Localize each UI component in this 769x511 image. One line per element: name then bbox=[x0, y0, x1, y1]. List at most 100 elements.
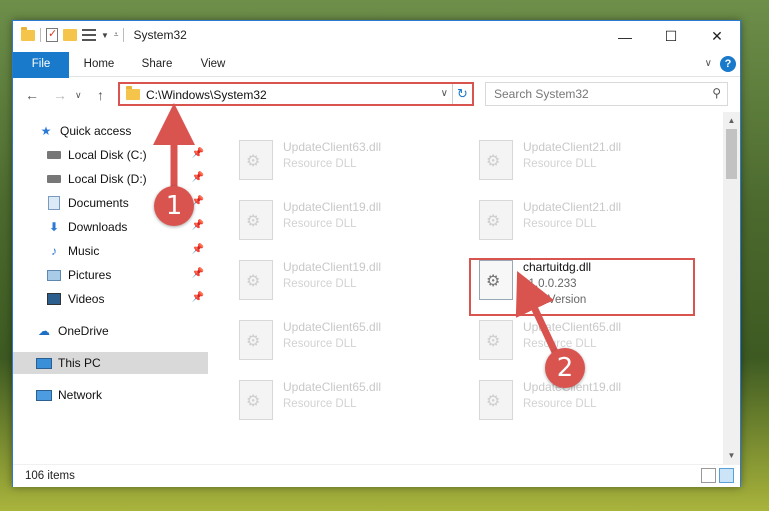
search-placeholder: Search System32 bbox=[494, 87, 589, 101]
navigation-pane: ★ Quick access Local Disk (C:) 📌 Local D… bbox=[13, 112, 208, 464]
window-title: System32 bbox=[133, 28, 187, 42]
sidebar-item-label: Quick access bbox=[60, 124, 132, 138]
sidebar-item-local-disk-c[interactable]: Local Disk (C:) 📌 bbox=[13, 144, 208, 166]
quick-access-toolbar: ▼ ⩡ System32 bbox=[21, 26, 187, 42]
help-button[interactable]: ? bbox=[720, 56, 736, 72]
computer-icon bbox=[36, 356, 52, 370]
file-name: UpdateClient19.dll bbox=[283, 200, 382, 214]
properties-icon[interactable] bbox=[46, 27, 58, 42]
documents-icon bbox=[46, 196, 62, 210]
file-type: Resource DLL bbox=[523, 158, 597, 170]
dll-file-icon bbox=[239, 380, 273, 420]
pin-icon[interactable]: 📌 bbox=[192, 220, 204, 231]
sidebar-item-label: OneDrive bbox=[58, 324, 109, 338]
file-item[interactable]: UpdateClient65.dll Resource DLL bbox=[231, 374, 451, 428]
back-arrow-icon[interactable]: ← bbox=[25, 87, 39, 103]
vertical-scrollbar[interactable]: ▲ ▼ bbox=[723, 112, 740, 464]
star-icon: ★ bbox=[40, 124, 52, 138]
close-button[interactable]: ✕ bbox=[694, 21, 740, 52]
toolbar-divider bbox=[40, 28, 41, 42]
search-icon[interactable]: ⚲ bbox=[712, 86, 721, 100]
file-type: Resource DLL bbox=[283, 158, 357, 170]
pin-icon[interactable]: 📌 bbox=[192, 268, 204, 279]
details-view-icon[interactable] bbox=[701, 468, 716, 483]
file-name: UpdateClient19.dll bbox=[283, 260, 382, 274]
large-icons-view-icon[interactable] bbox=[719, 468, 734, 483]
sidebar-item-pictures[interactable]: Pictures 📌 bbox=[13, 264, 208, 286]
file-name: UpdateClient21.dll bbox=[523, 200, 622, 214]
file-type: Resource DLL bbox=[283, 338, 357, 350]
navigation-bar: ← → ∨ ↑ C:\Windows\System32 ∨ ↻ Search S… bbox=[13, 78, 740, 112]
refresh-icon[interactable]: ↻ bbox=[452, 84, 472, 104]
recent-locations-icon[interactable]: ∨ bbox=[75, 90, 82, 101]
expand-ribbon-icon[interactable]: ∨ bbox=[705, 58, 712, 69]
pin-icon[interactable]: 📌 bbox=[192, 244, 204, 255]
minimize-button[interactable]: — bbox=[602, 21, 648, 52]
highlight-box bbox=[469, 258, 695, 316]
file-item[interactable]: UpdateClient21.dll Resource DLL bbox=[471, 194, 691, 248]
step-badge-2: 2 bbox=[545, 348, 585, 388]
music-icon: ♪ bbox=[51, 244, 57, 258]
dll-file-icon bbox=[479, 140, 513, 180]
maximize-button[interactable]: ☐ bbox=[648, 21, 694, 52]
folder-icon bbox=[126, 86, 140, 100]
step-badge-1: 1 bbox=[154, 186, 194, 226]
videos-icon bbox=[46, 292, 62, 306]
sidebar-item-label: Network bbox=[58, 388, 103, 402]
view-options-icon[interactable] bbox=[82, 29, 96, 41]
address-path[interactable]: C:\Windows\System32 bbox=[146, 88, 267, 102]
new-folder-icon[interactable] bbox=[63, 29, 77, 41]
network-icon bbox=[36, 388, 52, 402]
drive-icon bbox=[46, 148, 62, 162]
customize-toolbar-icon[interactable]: ⩡ bbox=[114, 30, 119, 40]
sidebar-item-label: Local Disk (C:) bbox=[68, 148, 147, 162]
dll-file-icon bbox=[239, 320, 273, 360]
dll-file-icon bbox=[239, 260, 273, 300]
tab-view[interactable]: View bbox=[191, 52, 235, 77]
dll-file-icon bbox=[239, 140, 273, 180]
tab-home[interactable]: Home bbox=[75, 52, 123, 77]
sidebar-item-onedrive[interactable]: ☁ OneDrive bbox=[13, 320, 208, 342]
sidebar-item-videos[interactable]: Videos 📌 bbox=[13, 288, 208, 310]
pin-icon[interactable]: 📌 bbox=[192, 148, 204, 159]
tab-share[interactable]: Share bbox=[133, 52, 181, 77]
chevron-down-icon[interactable]: ∨ bbox=[441, 88, 448, 99]
pin-icon[interactable]: 📌 bbox=[192, 292, 204, 303]
forward-arrow-icon[interactable]: → bbox=[53, 87, 67, 103]
sidebar-item-music[interactable]: ♪ Music 📌 bbox=[13, 240, 208, 262]
file-type: Resource DLL bbox=[283, 398, 357, 410]
file-list: UpdateClient63.dll Resource DLL UpdateCl… bbox=[209, 112, 723, 464]
ribbon-tabs: File Home Share View ∨ ? bbox=[13, 52, 740, 106]
sidebar-item-network[interactable]: Network bbox=[13, 384, 208, 406]
file-name: UpdateClient65.dll bbox=[283, 320, 382, 334]
dll-file-icon bbox=[479, 320, 513, 360]
file-item[interactable]: UpdateClient19.dll Resource DLL bbox=[231, 194, 451, 248]
file-item[interactable]: UpdateClient65.dll Resource DLL bbox=[231, 314, 451, 368]
file-item[interactable]: UpdateClient21.dll Resource DLL bbox=[471, 134, 691, 188]
file-item[interactable]: UpdateClient19.dll Resource DLL bbox=[471, 374, 691, 428]
cloud-icon: ☁ bbox=[38, 324, 50, 338]
search-input[interactable]: Search System32 ⚲ bbox=[485, 82, 728, 106]
file-type: Resource DLL bbox=[283, 278, 357, 290]
file-item[interactable]: UpdateClient63.dll Resource DLL bbox=[231, 134, 451, 188]
up-arrow-icon[interactable]: ↑ bbox=[97, 87, 104, 103]
item-count: 106 items bbox=[25, 470, 75, 482]
dll-file-icon bbox=[239, 200, 273, 240]
address-bar[interactable]: C:\Windows\System32 ∨ ↻ bbox=[118, 82, 474, 106]
explorer-window: ▼ ⩡ System32 — ☐ ✕ File Home Share View … bbox=[12, 20, 741, 487]
chevron-down-icon[interactable]: ▼ bbox=[101, 31, 109, 40]
pin-icon[interactable]: 📌 bbox=[192, 172, 204, 183]
scroll-up-icon[interactable]: ▲ bbox=[723, 112, 740, 129]
dll-file-icon bbox=[479, 380, 513, 420]
title-bar: ▼ ⩡ System32 — ☐ ✕ bbox=[13, 21, 740, 52]
pictures-icon bbox=[46, 268, 62, 282]
sidebar-item-quick-access[interactable]: ★ Quick access bbox=[13, 120, 208, 142]
folder-icon bbox=[21, 26, 35, 41]
sidebar-item-this-pc[interactable]: This PC bbox=[13, 352, 208, 374]
scroll-down-icon[interactable]: ▼ bbox=[723, 447, 740, 464]
sidebar-item-label: Music bbox=[68, 244, 100, 258]
scroll-thumb[interactable] bbox=[726, 129, 737, 179]
status-bar: 106 items bbox=[13, 464, 740, 487]
window-controls: — ☐ ✕ bbox=[602, 21, 740, 52]
file-item[interactable]: UpdateClient19.dll Resource DLL bbox=[231, 254, 451, 308]
